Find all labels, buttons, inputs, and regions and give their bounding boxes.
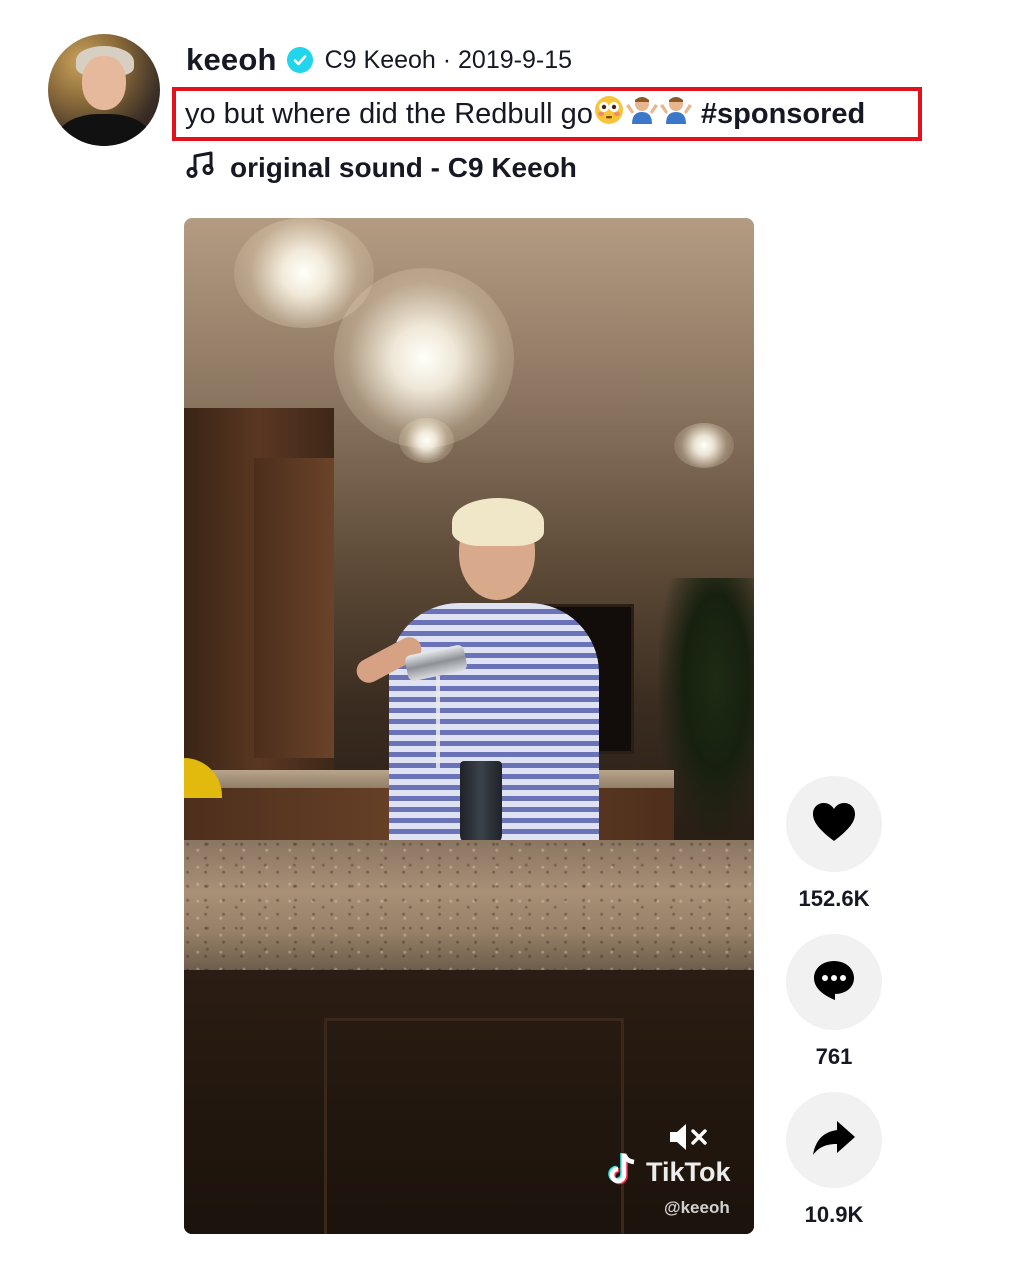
- tiktok-post: keeoh C9 Keeoh · 2019-9-15 yo but where …: [0, 0, 1012, 1280]
- share-count: 10.9K: [804, 1202, 864, 1227]
- heart-icon: [811, 801, 857, 848]
- like-button[interactable]: [786, 776, 882, 872]
- tiktok-watermark: TikTok: [608, 1152, 731, 1190]
- author-info: keeoh C9 Keeoh · 2019-9-15: [186, 40, 572, 80]
- comment-button[interactable]: [786, 934, 882, 1030]
- sound-label: original sound - C9 Keeoh: [230, 152, 577, 183]
- tiktok-wordmark: TikTok: [646, 1156, 731, 1187]
- video-player[interactable]: TikTok @keeoh: [184, 218, 754, 1234]
- comment-count: 761: [815, 1044, 853, 1069]
- author-username[interactable]: keeoh: [186, 42, 277, 78]
- share-arrow-icon: [811, 1118, 857, 1163]
- share-button[interactable]: [786, 1092, 882, 1188]
- sound-link[interactable]: original sound - C9 Keeoh: [186, 148, 577, 188]
- verified-badge-icon: [286, 47, 313, 73]
- author-nickname-date: C9 Keeoh · 2019-9-15: [324, 45, 572, 74]
- man-shrugging-emoji-icon: [625, 94, 659, 134]
- watermark-handle: @keeoh: [664, 1198, 730, 1217]
- music-note-icon: [186, 150, 216, 187]
- speaker-muted-icon: [668, 1122, 712, 1157]
- caption-text: yo but where did the Redbull go: [185, 97, 593, 130]
- man-shrugging-emoji-icon: [659, 94, 693, 134]
- like-count: 152.6K: [798, 886, 870, 911]
- author-avatar[interactable]: [48, 34, 160, 146]
- video-caption: yo but where did the Redbull go #sponsor…: [172, 87, 922, 141]
- comment-bubble-icon: [811, 958, 857, 1007]
- mute-toggle-button[interactable]: [668, 1122, 712, 1157]
- tiktok-logo-icon: [608, 1151, 640, 1194]
- hashtag-link[interactable]: #sponsored: [701, 98, 865, 131]
- flushed-face-emoji-icon: [593, 94, 625, 134]
